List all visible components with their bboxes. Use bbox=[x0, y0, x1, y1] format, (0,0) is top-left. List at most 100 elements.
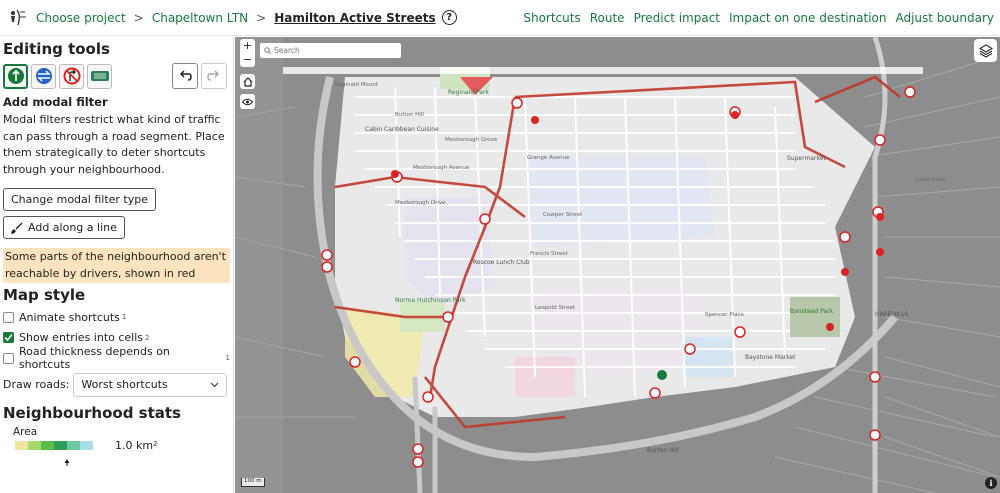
footnote-mark[interactable]: 1 bbox=[226, 354, 230, 362]
traffic-signal-tool[interactable] bbox=[87, 63, 112, 89]
visibility-button[interactable] bbox=[240, 94, 255, 109]
zoom-out-button[interactable]: − bbox=[243, 53, 252, 67]
legend-swatch bbox=[28, 440, 41, 450]
map-label: Grange Avenue bbox=[527, 155, 570, 161]
map-label: Leopold Street bbox=[535, 305, 576, 311]
map-scale: 100 m bbox=[241, 478, 265, 487]
undo-icon bbox=[179, 70, 192, 81]
area-label: Area bbox=[13, 425, 38, 438]
app-logo[interactable] bbox=[4, 5, 30, 31]
area-row: 1.0 km² bbox=[15, 439, 230, 452]
home-button[interactable] bbox=[240, 74, 255, 89]
map-search[interactable] bbox=[260, 43, 401, 58]
breadcrumb-separator: > bbox=[133, 10, 144, 25]
nav-predict-impact[interactable]: Predict impact bbox=[634, 11, 720, 25]
info-icon[interactable]: i bbox=[985, 477, 997, 489]
layers-icon bbox=[978, 43, 993, 58]
search-icon bbox=[264, 47, 271, 54]
map-label: Mexborough Drive bbox=[395, 200, 446, 206]
home-icon bbox=[243, 76, 252, 87]
add-filter-description: Modal filters restrict what kind of traf… bbox=[3, 113, 225, 176]
legend-swatch bbox=[41, 440, 54, 450]
map-label: Roscoe Lunch Club bbox=[473, 259, 530, 266]
map-label: Mexborough Avenue bbox=[413, 165, 470, 171]
map-label: Spencer Place bbox=[705, 312, 744, 318]
nav-adjust-boundary[interactable]: Adjust boundary bbox=[895, 11, 994, 25]
modal-filter-icon bbox=[7, 68, 24, 84]
map-canvas[interactable] bbox=[235, 37, 1000, 493]
modal-filter-tool[interactable] bbox=[3, 63, 28, 89]
breadcrumb-separator: > bbox=[256, 10, 267, 25]
map-style-heading: Map style bbox=[3, 286, 86, 304]
breadcrumb: Choose project > Chapeltown LTN > Hamilt… bbox=[36, 10, 457, 25]
legend-swatch bbox=[67, 440, 80, 450]
footnote-mark[interactable]: 2 bbox=[145, 334, 149, 342]
no-turn-icon bbox=[63, 67, 80, 85]
map-view[interactable]: Reginald Park Reginald Mount Button Hill… bbox=[235, 37, 1000, 493]
nav-route[interactable]: Route bbox=[590, 11, 625, 25]
map-label: Burton Hill bbox=[647, 447, 679, 454]
map-label: Reginald Park bbox=[448, 89, 489, 96]
layers-button[interactable] bbox=[974, 39, 997, 62]
eye-icon bbox=[242, 98, 253, 105]
add-along-line-button[interactable]: Add along a line bbox=[3, 216, 125, 239]
road-thickness-checkbox[interactable] bbox=[3, 352, 14, 364]
search-input[interactable] bbox=[274, 46, 384, 55]
map-label: Button Hill bbox=[395, 112, 424, 118]
zoom-control: + − bbox=[240, 39, 255, 67]
map-label: Cabin Caribbean Cuisine bbox=[365, 126, 439, 133]
map-label: Reginald Mount bbox=[335, 82, 378, 88]
breadcrumb-choose-project[interactable]: Choose project bbox=[36, 11, 126, 25]
nav-impact-one-destination[interactable]: Impact on one destination bbox=[729, 11, 886, 25]
neighbourhood-stats-heading: Neighbourhood stats bbox=[3, 403, 181, 422]
breadcrumb-neighbourhood: Hamilton Active Streets bbox=[274, 10, 436, 25]
area-value: 1.0 km² bbox=[115, 438, 158, 452]
undo-button[interactable] bbox=[172, 63, 198, 89]
mode-nav: Shortcuts Route Predict impact Impact on… bbox=[523, 11, 1000, 25]
redo-button[interactable] bbox=[201, 63, 227, 89]
legend-swatch bbox=[54, 440, 67, 450]
map-label: Mexborough Grove bbox=[445, 137, 498, 143]
editing-tools-heading: Editing tools bbox=[3, 40, 110, 58]
area-legend bbox=[15, 440, 93, 450]
map-label: Norma Hutchinson Park bbox=[395, 297, 466, 304]
road-thickness-row[interactable]: Road thickness depends on shortcuts 1 bbox=[3, 345, 230, 372]
breadcrumb-project[interactable]: Chapeltown LTN bbox=[152, 11, 248, 25]
undo-redo-group bbox=[172, 63, 227, 89]
one-way-tool[interactable] bbox=[31, 63, 56, 89]
map-label: Banstead Park bbox=[790, 308, 834, 315]
map-label: HAREHILLS bbox=[875, 311, 909, 318]
map-label: Luxor Road bbox=[915, 177, 946, 183]
draw-roads-value: Worst shortcuts bbox=[81, 378, 168, 391]
animate-shortcuts-row[interactable]: Animate shortcuts 1 bbox=[3, 307, 230, 328]
paintbrush-icon bbox=[11, 222, 23, 234]
check-icon bbox=[4, 334, 13, 342]
legend-swatch bbox=[80, 440, 93, 450]
map-label: Francis Street bbox=[530, 251, 568, 257]
nav-shortcuts[interactable]: Shortcuts bbox=[523, 11, 580, 25]
footnote-mark[interactable]: 1 bbox=[122, 313, 126, 321]
add-along-line-label: Add along a line bbox=[28, 221, 117, 234]
draw-roads-label: Draw roads: bbox=[3, 378, 70, 391]
zoom-in-button[interactable]: + bbox=[243, 39, 252, 53]
help-icon[interactable]: ? bbox=[441, 10, 457, 25]
draw-roads-select[interactable]: Worst shortcuts bbox=[73, 372, 228, 397]
one-way-icon bbox=[35, 68, 52, 84]
redo-icon bbox=[207, 70, 220, 81]
top-bar: Choose project > Chapeltown LTN > Hamilt… bbox=[0, 0, 1000, 36]
show-entries-checkbox[interactable] bbox=[3, 332, 14, 344]
crossing-icon bbox=[90, 71, 109, 81]
map-label: Supermarket bbox=[787, 155, 826, 162]
animate-shortcuts-label: Animate shortcuts bbox=[19, 310, 120, 324]
map-label: Cowper Street bbox=[543, 212, 583, 218]
unreachable-warning: Some parts of the neighbourhood aren't r… bbox=[3, 248, 230, 283]
chevron-down-icon bbox=[210, 382, 219, 387]
animate-shortcuts-checkbox[interactable] bbox=[3, 311, 14, 323]
turn-restriction-tool[interactable] bbox=[59, 63, 84, 89]
tool-row bbox=[3, 61, 230, 91]
legend-marker-icon bbox=[64, 458, 70, 466]
sidebar: Editing tools Add modal filter Modal fil… bbox=[0, 37, 234, 493]
road-thickness-label: Road thickness depends on shortcuts bbox=[18, 345, 170, 372]
show-entries-label: Show entries into cells bbox=[19, 331, 144, 345]
change-filter-type-button[interactable]: Change modal filter type bbox=[3, 188, 156, 211]
